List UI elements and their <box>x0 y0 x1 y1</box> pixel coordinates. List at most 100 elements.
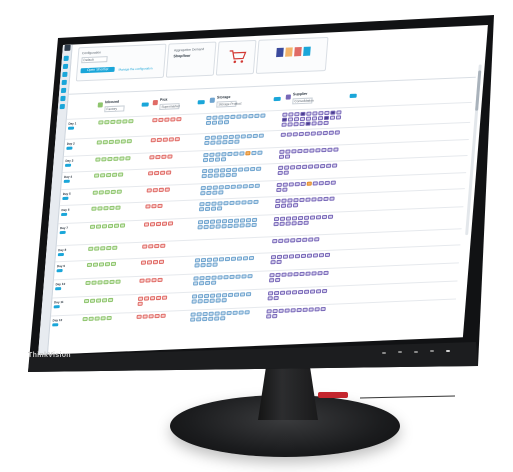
slot-cell[interactable] <box>278 308 284 313</box>
slot-cell[interactable] <box>282 187 288 192</box>
slot-cell[interactable] <box>157 277 163 283</box>
slot-cell[interactable] <box>146 188 152 193</box>
slot-cell[interactable] <box>154 243 160 249</box>
slot-cell[interactable] <box>273 295 279 301</box>
slot-cell[interactable] <box>295 165 302 170</box>
slot-cell[interactable] <box>254 183 260 188</box>
slot-cell[interactable] <box>289 165 296 170</box>
slot-cell[interactable] <box>212 262 218 267</box>
slot-cell[interactable] <box>204 135 210 141</box>
slot-cell[interactable] <box>328 130 334 135</box>
slot-group[interactable] <box>280 130 345 137</box>
slot-group[interactable] <box>194 255 259 268</box>
slot-cell[interactable] <box>220 311 226 316</box>
slot-cell[interactable] <box>245 218 252 223</box>
slot-cell[interactable] <box>209 152 215 157</box>
slot-cell[interactable] <box>281 198 287 203</box>
slot-cell[interactable] <box>218 115 224 120</box>
slot-cell[interactable] <box>287 272 293 277</box>
nav-user-icon[interactable] <box>59 103 66 110</box>
slot-cell[interactable] <box>306 181 312 186</box>
slot-cell[interactable] <box>319 164 326 169</box>
slot-cell[interactable] <box>110 189 116 195</box>
slot-group[interactable] <box>204 133 269 146</box>
slot-cell[interactable] <box>89 224 96 229</box>
slot-cell[interactable] <box>153 170 160 176</box>
slot-cell[interactable] <box>206 257 213 262</box>
slot-cell[interactable] <box>254 113 260 118</box>
slot-cell[interactable] <box>221 152 227 157</box>
slot-cell[interactable] <box>142 314 148 319</box>
slot-group[interactable] <box>143 221 174 227</box>
slot-group[interactable] <box>273 214 338 227</box>
slot-cell[interactable] <box>281 122 287 127</box>
slot-cell[interactable] <box>104 120 110 125</box>
slot-cell[interactable] <box>230 114 236 119</box>
slot-cell[interactable] <box>125 156 131 161</box>
slot-cell[interactable] <box>209 219 216 224</box>
slot-cell[interactable] <box>299 197 305 203</box>
slot-group[interactable] <box>83 297 120 304</box>
slot-cell[interactable] <box>114 139 120 144</box>
storage-select[interactable]: Storage Product <box>216 100 242 108</box>
slot-cell[interactable] <box>240 134 246 139</box>
slot-cell[interactable] <box>312 111 318 116</box>
slot-cell[interactable] <box>325 163 332 168</box>
slot-cell[interactable] <box>174 137 180 142</box>
slot-cell[interactable] <box>98 262 105 267</box>
slot-cell[interactable] <box>276 259 282 265</box>
slot-cell[interactable] <box>305 271 311 276</box>
slot-cell[interactable] <box>230 256 237 261</box>
slot-group[interactable] <box>98 119 134 125</box>
slot-cell[interactable] <box>278 238 284 243</box>
slot-cell[interactable] <box>192 281 199 286</box>
slot-cell[interactable] <box>204 140 210 146</box>
slot-cell[interactable] <box>92 262 99 267</box>
slot-cell[interactable] <box>176 117 182 122</box>
slot-cell[interactable] <box>314 307 320 312</box>
slot-cell[interactable] <box>321 214 328 220</box>
slot-cell[interactable] <box>248 183 254 189</box>
slot-group[interactable] <box>191 292 257 304</box>
slot-cell[interactable] <box>322 130 328 136</box>
slot-cell[interactable] <box>210 140 216 145</box>
slot-group[interactable] <box>201 166 267 179</box>
slot-cell[interactable] <box>258 133 264 138</box>
slot-cell[interactable] <box>200 258 207 263</box>
slot-cell[interactable] <box>297 220 303 226</box>
slot-cell[interactable] <box>207 168 214 173</box>
slot-cell[interactable] <box>203 224 209 230</box>
slot-cell[interactable] <box>330 180 336 185</box>
slot-cell[interactable] <box>284 308 290 313</box>
slot-cell[interactable] <box>199 276 205 281</box>
slot-cell[interactable] <box>136 314 142 319</box>
monitor-button-4[interactable] <box>430 350 434 352</box>
slot-cell[interactable] <box>318 253 325 258</box>
slot-cell[interactable] <box>225 172 231 178</box>
slot-cell[interactable] <box>293 117 300 122</box>
slot-cell[interactable] <box>204 280 211 286</box>
slot-cell[interactable] <box>209 224 215 229</box>
slot-cell[interactable] <box>224 256 231 262</box>
slot-cell[interactable] <box>270 255 277 260</box>
slot-cell[interactable] <box>298 131 304 137</box>
slot-cell[interactable] <box>161 295 168 300</box>
slot-cell[interactable] <box>203 293 210 299</box>
slot-cell[interactable] <box>330 110 336 115</box>
slot-cell[interactable] <box>329 115 336 120</box>
slot-group[interactable] <box>197 217 262 230</box>
slot-cell[interactable] <box>257 150 263 155</box>
slot-cell[interactable] <box>245 223 251 228</box>
slot-cell[interactable] <box>202 157 209 163</box>
slot-cell[interactable] <box>224 115 230 120</box>
slot-cell[interactable] <box>336 110 342 115</box>
slot-cell[interactable] <box>300 253 307 259</box>
slot-cell[interactable] <box>103 280 109 285</box>
nav-list-icon[interactable] <box>62 71 68 78</box>
slot-cell[interactable] <box>96 140 102 145</box>
slot-cell[interactable] <box>317 271 323 276</box>
slot-group[interactable] <box>82 315 118 322</box>
slot-cell[interactable] <box>101 224 108 229</box>
slot-cell[interactable] <box>281 272 287 277</box>
slot-cell[interactable] <box>154 313 160 319</box>
